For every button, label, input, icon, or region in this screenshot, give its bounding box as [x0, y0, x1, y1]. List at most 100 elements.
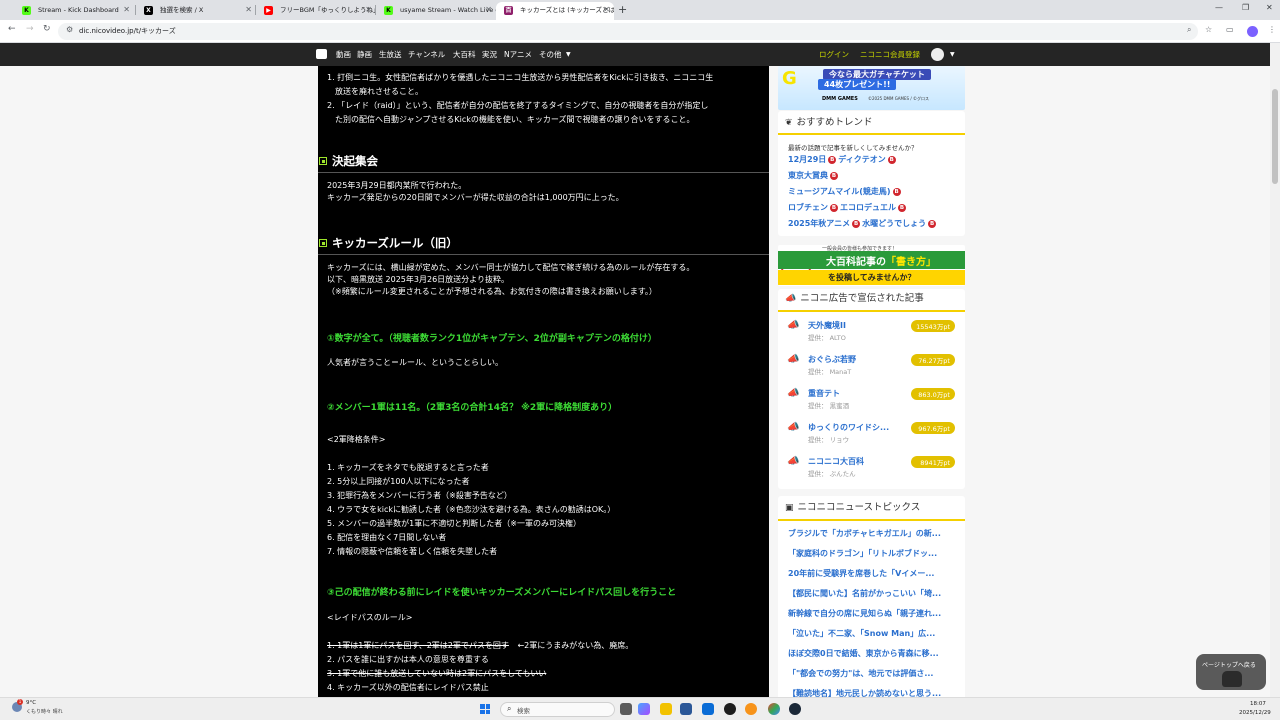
dmm-games-ad-banner[interactable]: G 今なら最大ガチャチケット 44枚プレゼント!! DMM GAMES ©202…	[778, 66, 965, 110]
nicoad-item-sponsor: 提供： ManaT	[808, 368, 852, 376]
app-icon[interactable]	[745, 703, 757, 715]
nicoad-item[interactable]: 📣 天外魔境II 提供： ALTO 15543万pt	[778, 318, 965, 351]
reload-icon[interactable]: ↻	[43, 24, 51, 34]
news-link[interactable]: 「"都会での努力"は、地元では評価さ...	[788, 668, 958, 679]
trend-row: 東京大賞典 B	[788, 170, 840, 181]
nicoad-item-title[interactable]: ニコニコ大百科	[808, 456, 864, 467]
minimize-icon[interactable]: —	[1215, 3, 1223, 12]
tab-youtube-bgm[interactable]: ▶ フリーBGM「ゆっくりしようね」 ✕	[256, 2, 376, 20]
close-window-icon[interactable]: ✕	[1266, 3, 1273, 12]
chevron-down-icon[interactable]: ▼	[950, 43, 955, 66]
title-underline	[778, 310, 965, 312]
chrome-icon[interactable]	[768, 703, 780, 715]
zoom-icon[interactable]: ⌕	[1187, 25, 1191, 35]
app-icon[interactable]	[724, 703, 736, 715]
trend-link[interactable]: 2025年秋アニメ	[788, 219, 850, 228]
nicoad-item-title[interactable]: 天外魔境II	[808, 320, 846, 331]
menu-kebab-icon[interactable]: ⋮	[1268, 25, 1276, 34]
extensions-icon[interactable]: ▭	[1226, 25, 1234, 34]
trend-link[interactable]: 水曜どうでしょう	[862, 219, 926, 228]
nicoad-item-points: 8941万pt	[911, 456, 955, 468]
scrollbar-thumb[interactable]	[1272, 89, 1278, 184]
copilot-icon[interactable]	[638, 703, 650, 715]
site-info-icon[interactable]: ⚙	[66, 25, 73, 34]
nicoad-item-title[interactable]: ゆっくりのワイドシ...	[808, 422, 889, 433]
intro-list-item: た別の配信へ自動ジャンプさせるKickの機能を使い、キッカーズ間で視聴者の譲り合…	[327, 115, 695, 124]
trend-link[interactable]: ロブチェン	[788, 203, 828, 212]
banner-brand: DMM GAMES	[822, 96, 858, 102]
tab-kick-stream[interactable]: K usyame Stream - Watch Live o ✕	[376, 2, 496, 20]
profile-avatar[interactable]	[1247, 26, 1258, 37]
struck-text: 1. 1軍は1軍にパスを回す、2軍は2軍でパスを回す	[327, 641, 509, 650]
address-bar[interactable]: ⚙ dic.nicovideo.jp/t/キッカーズ	[58, 23, 1198, 40]
new-tab-button[interactable]: +	[618, 2, 627, 18]
page-scrollbar[interactable]	[1270, 43, 1280, 697]
taskbar-search[interactable]: ⌕ 検索	[500, 702, 615, 717]
news-link[interactable]: ほぼ交際0日で結婚、東京から青森に移...	[788, 648, 958, 659]
nav-video[interactable]: 動画	[336, 43, 351, 66]
user-avatar[interactable]	[931, 48, 944, 61]
nav-live[interactable]: 生放送	[379, 43, 402, 66]
chevron-down-icon[interactable]: ▼	[566, 43, 571, 66]
page-top-button[interactable]: ページトップへ戻る	[1196, 654, 1266, 690]
file-explorer-icon[interactable]	[660, 703, 672, 715]
close-tab-icon[interactable]: ✕	[245, 2, 252, 18]
nav-dictionary[interactable]: 大百科	[453, 43, 476, 66]
trend-badge-icon: B	[887, 155, 896, 164]
megaphone-icon: 📣	[787, 354, 800, 365]
task-view-icon[interactable]	[620, 703, 632, 715]
nav-jikkyo[interactable]: 実況	[482, 43, 497, 66]
close-tab-icon[interactable]: ✕	[485, 2, 492, 18]
news-link[interactable]: 20年前に受験界を席巻した「Vイメー...	[788, 568, 958, 579]
niconico-tv-icon[interactable]	[316, 49, 327, 59]
bookmark-star-icon[interactable]: ☆	[1205, 25, 1212, 34]
back-icon[interactable]: ←	[8, 24, 16, 34]
store-icon[interactable]	[680, 703, 692, 715]
nav-image[interactable]: 静画	[357, 43, 372, 66]
trend-link[interactable]: エコロデュエル	[840, 203, 896, 212]
list-item: 3. 犯罪行為をメンバーに行う者（※殺害予告など）	[327, 491, 512, 500]
mail-icon[interactable]	[702, 703, 714, 715]
close-tab-icon[interactable]: ✕	[365, 2, 372, 18]
news-link[interactable]: 新幹線で自分の席に見知らぬ「親子連れ...	[788, 608, 958, 619]
weather-temp: 9°C	[26, 700, 37, 706]
nicoad-item[interactable]: 📣 ニコニコ大百科 提供： ぷんたん 8941万pt	[778, 454, 965, 487]
nicoad-item[interactable]: 📣 重音テト 提供： 黒蜜酒 863.0万pt	[778, 386, 965, 419]
trend-link[interactable]: ミュージアムマイル(競走馬)	[788, 187, 891, 196]
news-link[interactable]: 【都民に聞いた】名前がかっこいい「埼...	[788, 588, 958, 599]
paragraph: キッカーズには、横山緑が定めた、メンバー同士が協力して配信で稼ぎ続ける為のルール…	[327, 263, 695, 272]
news-link[interactable]: 「家庭科のドラゴン」「リトルボブドッ...	[788, 548, 958, 559]
tab-title: Stream - Kick Dashboard	[38, 6, 119, 14]
login-link[interactable]: ログイン	[819, 43, 849, 66]
tab-kick-dashboard[interactable]: K Stream - Kick Dashboard ✕	[14, 2, 134, 20]
news-link[interactable]: ブラジルで「カボチャヒキガエル」の新...	[788, 528, 958, 539]
trend-link[interactable]: 東京大賞典	[788, 171, 828, 180]
register-link[interactable]: ニコニコ会員登録	[860, 43, 920, 66]
tab-nicopedia-active[interactable]: 百 キッカーズとは (キッカーズとは) [単 ✕	[496, 2, 614, 20]
restore-icon[interactable]: ❐	[1242, 3, 1249, 12]
rule-heading: ②メンバー1軍は11名。（2軍3名の合計14名？ ※2軍に降格制度あり）	[327, 403, 618, 413]
nicoad-box: 📣 ニコニ広告で宣伝された記事 📣 天外魔境II 提供： ALTO 15543万p…	[778, 289, 965, 489]
nav-other[interactable]: その他	[539, 43, 562, 66]
nav-channel[interactable]: チャンネル	[408, 43, 445, 66]
steam-icon[interactable]	[789, 703, 801, 715]
tab-title: usyame Stream - Watch Live o	[400, 6, 496, 14]
title-underline	[778, 519, 965, 521]
nicoad-item[interactable]: 📣 おぐらぶ若野 提供： ManaT 76.27万pt	[778, 352, 965, 385]
news-link[interactable]: 「泣いた」不二家、「Snow Man」広...	[788, 628, 958, 639]
nav-n-anime[interactable]: Nアニメ	[504, 43, 532, 66]
windows-start-icon[interactable]	[480, 704, 490, 714]
nicoad-item-title[interactable]: おぐらぶ若野	[808, 354, 856, 365]
tab-x-search[interactable]: X 独選を検索 / X ✕	[136, 2, 256, 20]
trend-link[interactable]: 12月29日	[788, 155, 826, 164]
nicoad-item[interactable]: 📣 ゆっくりのワイドシ... 提供： リョウ 967.6万pt	[778, 420, 965, 453]
nicoad-item-title[interactable]: 重音テト	[808, 388, 840, 399]
write-article-banner[interactable]: 一般会員の皆様も参加できます！ 大百科記事の「書き方」 を投稿してみませんか？	[778, 245, 965, 286]
megaphone-icon: 📣	[787, 456, 800, 467]
intro-list-item: 1. 打倒ニコ生。女性配信者ばかりを優遇したニコニコ生放送から男性配信者をKic…	[327, 73, 714, 82]
close-tab-icon[interactable]: ✕	[603, 2, 610, 18]
close-tab-icon[interactable]: ✕	[123, 2, 130, 18]
trend-link[interactable]: ディクテオン	[838, 155, 885, 164]
news-link[interactable]: 【難読地名】地元民しか読めないと思う...	[788, 688, 958, 697]
forward-icon[interactable]: →	[26, 24, 34, 34]
